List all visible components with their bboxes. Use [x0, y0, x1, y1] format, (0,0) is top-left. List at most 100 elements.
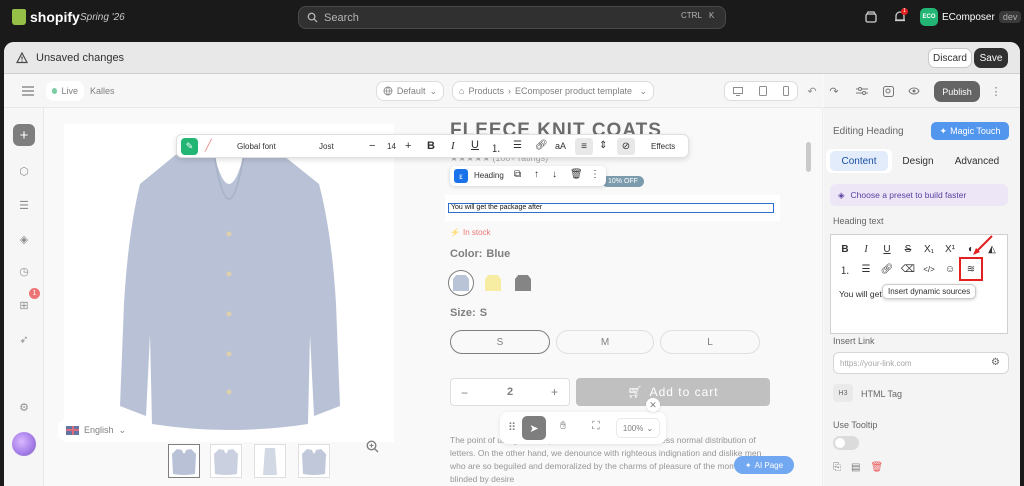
tablet-icon[interactable]	[759, 86, 767, 96]
thumbnail-4[interactable]	[298, 444, 330, 478]
preview-eye-icon[interactable]	[904, 81, 924, 101]
rte-superscript-button[interactable]: X¹	[942, 241, 958, 257]
rte-dynamic-source-icon[interactable]: ≋	[959, 257, 983, 281]
font-family-select[interactable]: Jost	[319, 142, 334, 151]
link-settings-icon[interactable]: ⚙	[991, 357, 1000, 368]
settings-sliders-icon[interactable]	[852, 81, 872, 101]
font-size-increase-button[interactable]: +	[405, 140, 411, 152]
tooltip-toggle[interactable]	[833, 436, 859, 450]
language-selector[interactable]: English ⌄	[58, 420, 136, 440]
tab-content[interactable]: Content	[830, 151, 888, 171]
tab-advanced[interactable]: Advanced	[950, 149, 1004, 173]
text-case-icon[interactable]: aA	[555, 141, 566, 151]
rte-strike-button[interactable]: S	[900, 241, 916, 257]
history-icon[interactable]: ◷	[13, 260, 35, 282]
line-height-icon[interactable]: ⇕	[599, 140, 607, 151]
redo-icon[interactable]: ↷	[824, 81, 844, 101]
ai-page-button[interactable]: ✦ AI Page	[734, 456, 794, 474]
preset-banner[interactable]: ◈ Choose a preset to build faster	[830, 184, 1008, 206]
link-input[interactable]: https://your-link.com	[833, 352, 1009, 374]
trash-icon[interactable]: 🗑︎	[570, 169, 583, 180]
layers-icon[interactable]: ◈	[13, 228, 35, 250]
rte-italic-button[interactable]: I	[858, 241, 874, 257]
move-down-icon[interactable]: ↓	[552, 169, 557, 180]
rte-eraser-icon[interactable]: ⌫	[900, 261, 916, 277]
size-m-button[interactable]: M	[556, 330, 654, 354]
rte-subscript-button[interactable]: X₁	[921, 241, 937, 257]
search-preview-icon[interactable]	[878, 81, 898, 101]
close-toolbar-icon[interactable]: ✕	[646, 398, 660, 412]
product-image[interactable]	[64, 124, 394, 453]
thumbnail-3[interactable]	[254, 444, 286, 478]
layout-icon[interactable]: ☰	[13, 194, 35, 216]
underline-button[interactable]: U	[471, 139, 479, 151]
heading-text-element[interactable]: You will get the package after	[448, 203, 774, 213]
elements-cube-icon[interactable]: ⬡	[13, 160, 35, 182]
color-brush-icon[interactable]: ✎	[181, 138, 198, 155]
bullet-list-icon[interactable]: ☰	[513, 140, 522, 151]
drag-handle-icon[interactable]: ⠿	[508, 421, 516, 434]
zoom-select[interactable]: 100% ⌄	[616, 418, 660, 438]
canvas-scrollbar[interactable]	[806, 142, 811, 172]
store-icon[interactable]	[864, 10, 880, 26]
add-to-cart-button[interactable]: 🛒︎ Add to cart	[576, 378, 770, 406]
swatch-black[interactable]	[512, 272, 534, 294]
page-breadcrumb[interactable]: ⌂ Products › EComposer product template …	[452, 81, 654, 101]
desktop-icon[interactable]	[733, 86, 743, 96]
menu-icon[interactable]	[18, 81, 38, 101]
delete-icon[interactable]: 🗑︎	[870, 462, 883, 473]
align-left-icon[interactable]: ≡	[575, 138, 593, 155]
font-size-decrease-button[interactable]: −	[369, 140, 375, 152]
publish-button[interactable]: Publish	[934, 81, 980, 102]
swatch-yellow[interactable]	[482, 272, 504, 294]
tab-design[interactable]: Design	[900, 149, 936, 173]
add-section-button[interactable]: +	[13, 124, 35, 146]
rte-underline-button[interactable]: U	[879, 241, 895, 257]
undo-icon[interactable]: ↶	[802, 81, 822, 101]
html-tag-label[interactable]: HTML Tag	[861, 389, 902, 399]
rte-emoji-icon[interactable]: ☺	[942, 261, 958, 277]
rte-code-icon[interactable]: </>	[921, 261, 937, 277]
qty-value[interactable]: 2	[507, 386, 513, 398]
rte-ordered-list-icon[interactable]: ⒈	[837, 261, 853, 277]
ordered-list-icon[interactable]: ⒈	[491, 140, 501, 155]
duplicate-icon[interactable]: ⧉	[514, 169, 521, 180]
discard-button[interactable]: Discard	[928, 48, 972, 68]
clear-color-icon[interactable]: ╱	[205, 139, 212, 152]
size-s-button[interactable]: S	[450, 330, 550, 354]
italic-button[interactable]: I	[451, 140, 455, 152]
rte-link-icon[interactable]: 🔗︎	[879, 261, 895, 277]
ai-assistant-orb[interactable]	[12, 432, 36, 456]
effects-button[interactable]: Effects	[651, 142, 675, 151]
rocket-icon[interactable]: ➶	[13, 328, 35, 350]
search-input[interactable]: Search CTRL K	[298, 6, 726, 29]
move-up-icon[interactable]: ↑	[534, 169, 539, 180]
heading-tag-label[interactable]: Heading	[474, 171, 504, 180]
template-select[interactable]: Default ⌄	[376, 81, 444, 101]
shopify-logo[interactable]: shopify	[12, 9, 80, 25]
size-l-button[interactable]: L	[660, 330, 760, 354]
save-template-icon[interactable]: ▤	[851, 462, 860, 473]
settings-gear-icon[interactable]: ⚙	[13, 396, 35, 418]
strike-format-icon[interactable]: ⊘	[617, 138, 635, 155]
select-tool-icon[interactable]: ➤	[522, 416, 546, 440]
qty-plus-button[interactable]: +	[551, 385, 558, 399]
more-icon[interactable]: ⋮	[590, 169, 600, 180]
thumbnail-1[interactable]	[168, 444, 200, 478]
font-select[interactable]: Global font	[237, 142, 276, 151]
hand-tool-icon[interactable]: ✋︎	[560, 420, 566, 433]
magic-touch-button[interactable]: ✦ Magic Touch	[931, 122, 1009, 140]
bold-button[interactable]: B	[427, 140, 435, 152]
zoom-in-icon[interactable]	[366, 440, 380, 454]
rte-bold-button[interactable]: B	[837, 241, 853, 257]
thumbnail-2[interactable]	[210, 444, 242, 478]
rte-content[interactable]: You will get	[839, 289, 882, 299]
rte-bullet-list-icon[interactable]: ☰	[858, 261, 874, 277]
copy-icon[interactable]: ⎘	[833, 462, 841, 473]
qty-minus-button[interactable]: −	[461, 386, 468, 400]
more-options-icon[interactable]: ⋮	[986, 81, 1006, 101]
link-icon[interactable]: 🔗︎	[535, 140, 548, 151]
swatch-blue[interactable]	[448, 270, 474, 296]
fit-screen-icon[interactable]: ⛶	[592, 420, 600, 433]
mobile-icon[interactable]	[783, 86, 789, 96]
